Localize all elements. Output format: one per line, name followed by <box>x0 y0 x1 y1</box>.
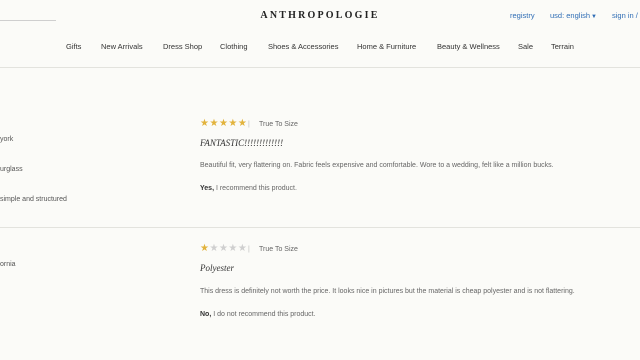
review-title: Polyester <box>200 263 234 273</box>
recommendation-text: I recommend this product. <box>214 185 297 192</box>
recommendation-text: I do not recommend this product. <box>211 311 316 318</box>
nav-item-dress-shop[interactable]: Dress Shop <box>163 42 202 51</box>
star-empty-icon: ★ <box>228 243 238 254</box>
review-title: FANTASTIC!!!!!!!!!!!!! <box>200 138 284 148</box>
recommendation-answer: Yes, <box>200 185 215 192</box>
recommendation: Yes, I recommend this product. <box>200 185 297 192</box>
nav-item-home-furniture[interactable]: Home & Furniture <box>357 42 416 51</box>
meta-separator: | <box>248 246 250 253</box>
registry-link[interactable]: registry <box>510 11 535 20</box>
nav-item-beauty-wellness[interactable]: Beauty & Wellness <box>437 42 500 51</box>
header-divider <box>0 67 640 68</box>
nav-item-terrain[interactable]: Terrain <box>551 42 574 51</box>
reviewer-location: ornia <box>0 261 16 268</box>
recommendation-answer: No, <box>200 311 212 318</box>
review-body: This dress is definitely not worth the p… <box>200 288 575 295</box>
star-filled-icon: ★ <box>209 118 219 129</box>
caret-down-icon: ▼ <box>591 14 597 20</box>
main-navigation: Gifts New Arrivals Dress Shop Clothing S… <box>0 42 640 54</box>
nav-item-new-arrivals[interactable]: New Arrivals <box>101 42 143 51</box>
fit-rating: True To Size <box>259 246 298 253</box>
recommendation: No, I do not recommend this product. <box>200 311 316 318</box>
nav-item-shoes-accessories[interactable]: Shoes & Accessories <box>268 42 338 51</box>
nav-item-sale[interactable]: Sale <box>518 42 533 51</box>
star-empty-icon: ★ <box>218 243 229 254</box>
reviewer-location: york <box>0 136 14 143</box>
star-empty-icon: ★ <box>209 243 219 254</box>
fit-rating: True To Size <box>259 121 298 128</box>
star-filled-icon: ★ <box>218 118 229 129</box>
review-divider <box>0 227 640 228</box>
brand-logo[interactable]: ANTHROPOLOGIE <box>0 10 640 21</box>
review-body: Beautiful fit, very flattering on. Fabri… <box>200 162 554 169</box>
star-empty-icon: ★ <box>237 243 248 254</box>
star-filled-icon: ★ <box>228 118 238 129</box>
star-rating: ★★★★★ <box>200 118 248 129</box>
locale-label: usd: english <box>550 11 591 20</box>
currency-language-selector[interactable]: usd: english▼ <box>550 11 597 20</box>
sign-in-link[interactable]: sign in / <box>612 11 638 20</box>
nav-item-gifts[interactable]: Gifts <box>66 42 81 51</box>
star-filled-icon: ★ <box>237 118 248 129</box>
star-rating: ★★★★★ <box>200 243 248 254</box>
nav-item-clothing[interactable]: Clothing <box>220 42 248 51</box>
meta-separator: | <box>248 121 250 128</box>
reviewer-style: simple and structured <box>0 196 67 203</box>
reviewer-body-type: urglass <box>0 166 23 173</box>
